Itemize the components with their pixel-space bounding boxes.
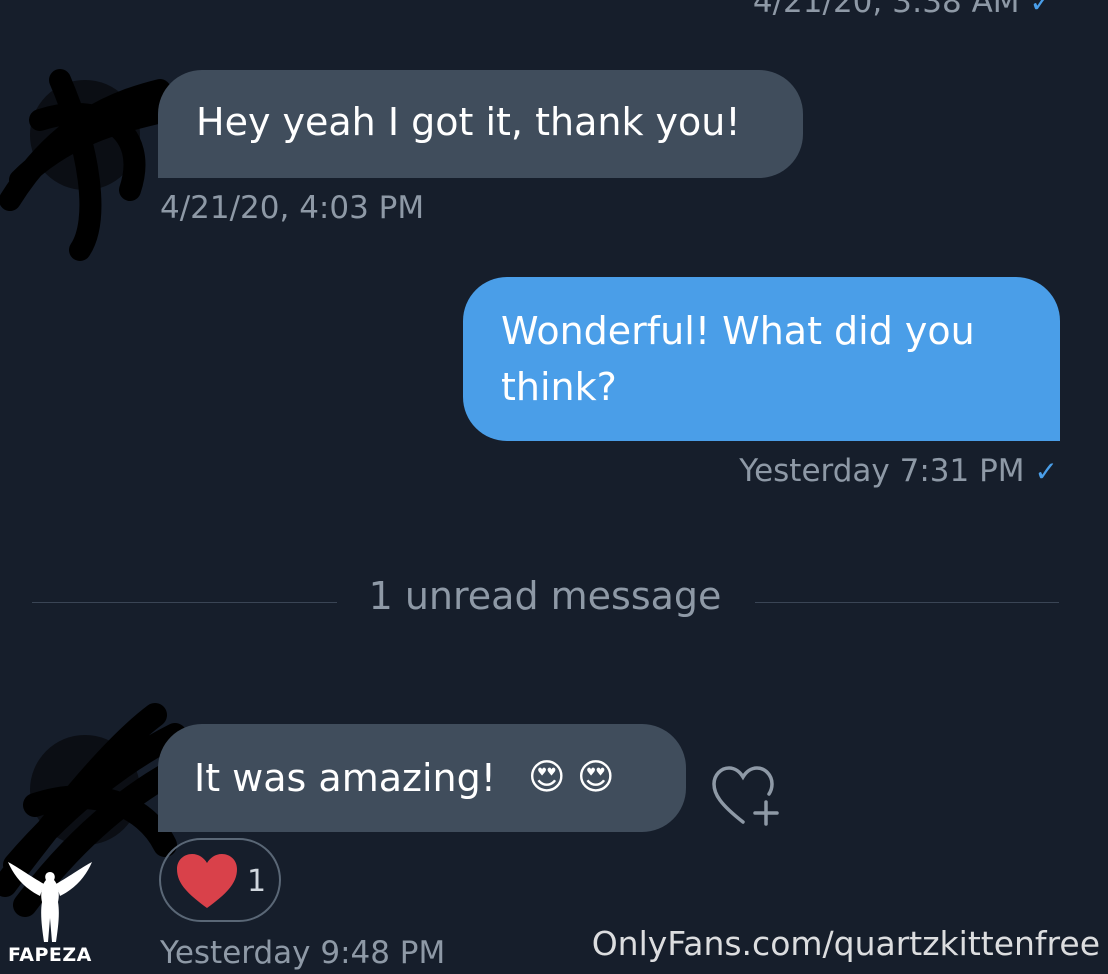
watermark-left: FAPEZA [8, 944, 92, 966]
scribble-redaction [0, 69, 181, 261]
message-text-line-2: think? [501, 365, 617, 409]
reaction-count: 1 [247, 864, 267, 899]
emoji-heart-eyes: 😍 😍 [528, 757, 615, 798]
message-timestamp-top: 4/21/20, 3:38 AM ✓ [753, 0, 1053, 20]
scribble-redaction [0, 703, 197, 917]
message-text: It was amazing! [194, 756, 496, 800]
message-bubble-incoming[interactable]: Hey yeah I got it, thank you! [158, 70, 803, 178]
heart-plus-icon [712, 766, 779, 826]
message-text: Hey yeah I got it, thank you! [196, 100, 741, 144]
message-timestamp: Yesterday 7:31 PM ✓ [739, 453, 1058, 489]
angel-logo [6, 858, 94, 944]
read-check-icon: ✓ [1034, 455, 1058, 488]
read-check-icon: ✓ [1029, 0, 1053, 19]
message-bubble-incoming[interactable]: It was amazing! 😍 😍 [158, 724, 686, 832]
message-timestamp: Yesterday 9:48 PM [160, 935, 446, 971]
add-reaction-button[interactable] [710, 764, 782, 828]
watermark-right: OnlyFans.com/quartzkittenfree [591, 924, 1100, 963]
unread-divider: 1 unread message [368, 574, 722, 618]
sender-avatar[interactable] [0, 69, 181, 261]
message-timestamp: 4/21/20, 4:03 PM [160, 190, 425, 226]
message-bubble-outgoing[interactable]: Wonderful! What did you think? [463, 277, 1060, 441]
message-text-line-1: Wonderful! What did you [501, 309, 975, 353]
sender-avatar[interactable] [0, 703, 197, 917]
reaction-pill[interactable]: 1 [159, 838, 281, 922]
heart-icon [177, 854, 237, 908]
